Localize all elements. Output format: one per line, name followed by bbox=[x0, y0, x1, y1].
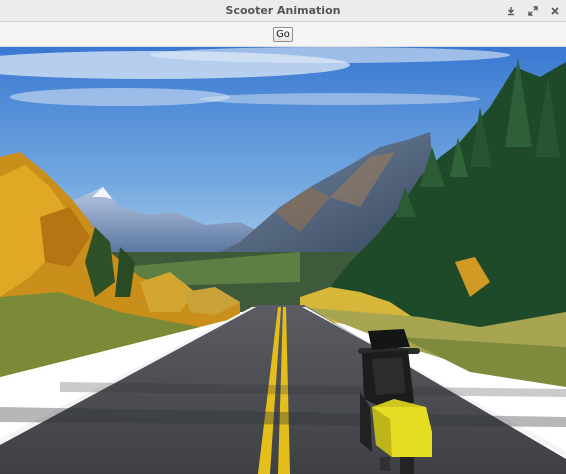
minimize-icon[interactable] bbox=[502, 2, 520, 20]
go-button[interactable]: Go bbox=[273, 27, 293, 42]
app-window: Scooter Animation Go bbox=[0, 0, 566, 474]
title-bar: Scooter Animation bbox=[0, 0, 566, 22]
animation-canvas bbox=[0, 47, 566, 474]
landscape-road-image bbox=[0, 47, 566, 474]
maximize-icon[interactable] bbox=[524, 2, 542, 20]
close-icon[interactable] bbox=[546, 2, 564, 20]
window-title: Scooter Animation bbox=[225, 4, 341, 17]
toolbar: Go bbox=[0, 22, 566, 47]
